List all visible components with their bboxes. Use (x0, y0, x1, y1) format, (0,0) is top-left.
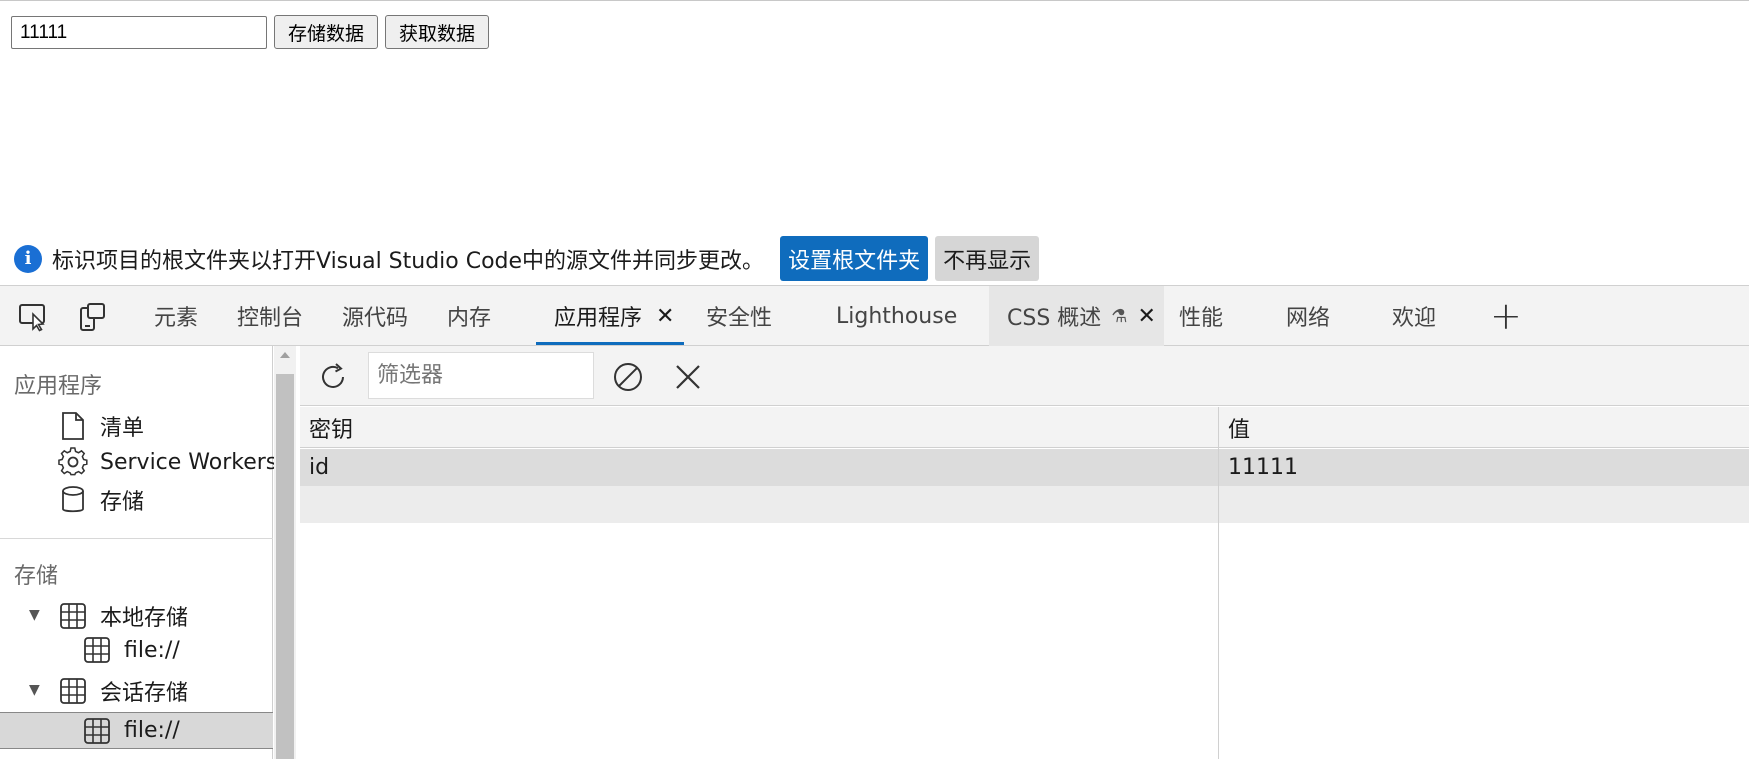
tab-label: 网络 (1286, 306, 1331, 331)
sidebar-item-local-storage-file[interactable]: file:// (82, 635, 180, 665)
column-divider[interactable] (1218, 407, 1219, 759)
tab-css-overview[interactable]: CSS 概述 ⚗ ✕ (989, 286, 1164, 346)
sidebar-item-manifest[interactable]: 清单 (58, 410, 144, 442)
sidebar-item-session-storage[interactable]: 会话存储 (58, 675, 188, 707)
sidebar-item-local-storage[interactable]: 本地存储 (58, 600, 188, 632)
close-tab-icon[interactable]: ✕ (656, 304, 674, 329)
fetch-data-button[interactable]: 获取数据 (385, 15, 489, 49)
database-icon (58, 485, 88, 515)
sidebar-item-label: file:// (124, 637, 180, 663)
tab-sources[interactable]: 源代码 (342, 286, 408, 346)
add-tab-icon[interactable]: + (1490, 296, 1522, 336)
sidebar-item-label: 会话存储 (100, 681, 189, 706)
table-grid-icon (82, 716, 112, 746)
scroll-up-arrow-icon[interactable] (280, 352, 290, 358)
sidebar-item-storage[interactable]: 存储 (58, 484, 144, 516)
tab-label: 元素 (154, 306, 199, 331)
tab-network[interactable]: 网络 (1286, 286, 1330, 346)
section-title-application: 应用程序 (14, 374, 103, 399)
table-row[interactable]: id 11111 (300, 449, 1749, 486)
table-row-empty[interactable] (300, 486, 1749, 523)
table-grid-icon (58, 676, 88, 706)
tab-welcome[interactable]: 欢迎 (1392, 286, 1436, 346)
column-header-value[interactable]: 值 (1228, 407, 1250, 448)
storage-toolbar (300, 346, 1749, 406)
dont-show-again-button[interactable]: 不再显示 (935, 236, 1040, 281)
infobar-message: 标识项目的根文件夹以打开Visual Studio Code中的源文件并同步更改… (52, 248, 765, 274)
sidebar-item-label: 清单 (100, 416, 145, 441)
document-icon (58, 411, 88, 441)
tab-console[interactable]: 控制台 (237, 286, 303, 346)
inspect-element-icon[interactable] (18, 302, 48, 332)
set-root-folder-button[interactable]: 设置根文件夹 (780, 236, 929, 281)
application-sidebar: 应用程序 清单 Service Workers 存储 存储 ▼ 本地存储 fil… (0, 346, 277, 759)
tab-memory[interactable]: 内存 (447, 286, 491, 346)
tab-elements[interactable]: 元素 (154, 286, 198, 346)
info-icon: i (14, 244, 42, 273)
expand-triangle-icon[interactable]: ▼ (29, 682, 40, 698)
table-header: 密钥 值 (300, 407, 1749, 448)
tab-label: 源代码 (342, 306, 409, 331)
page-viewport: 存储数据 获取数据 (0, 0, 1749, 210)
sidebar-scrollbar[interactable] (274, 346, 296, 759)
section-title-storage: 存储 (14, 564, 59, 589)
tab-label: Lighthouse (836, 303, 958, 329)
sidebar-item-label: 存储 (100, 490, 145, 515)
refresh-icon[interactable] (316, 360, 350, 394)
table-grid-icon (82, 635, 112, 665)
sidebar-item-session-storage-file[interactable]: file:// (0, 712, 273, 749)
tab-label: CSS 概述 (1007, 306, 1102, 331)
table-grid-icon (58, 601, 88, 631)
column-header-key[interactable]: 密钥 (309, 407, 353, 448)
tab-label: 性能 (1179, 306, 1224, 331)
storage-table: 密钥 值 id 11111 (300, 407, 1749, 759)
delete-selected-icon[interactable] (671, 360, 705, 394)
sidebar-item-service-workers[interactable]: Service Workers (58, 447, 277, 477)
sidebar-divider (0, 538, 273, 539)
sidebar-item-label: Service Workers (100, 449, 278, 475)
tab-application[interactable]: 应用程序 ✕ (536, 286, 685, 346)
cell-value: 11111 (1228, 455, 1298, 480)
tab-performance[interactable]: 性能 (1179, 286, 1223, 346)
sidebar-item-label: file:// (124, 718, 180, 743)
tab-label: 应用程序 (554, 306, 643, 331)
devtools-infobar: i 标识项目的根文件夹以打开Visual Studio Code中的源文件并同步… (0, 232, 1749, 285)
close-tab-icon[interactable]: ✕ (1137, 304, 1155, 329)
filter-input[interactable] (368, 352, 594, 399)
tab-lighthouse[interactable]: Lighthouse (836, 286, 957, 346)
sidebar-item-label: 本地存储 (100, 606, 189, 631)
tab-label: 控制台 (237, 306, 304, 331)
devtools-tabstrip: 元素 控制台 源代码 内存 应用程序 ✕ 安全性 Lighthouse CSS … (0, 285, 1749, 346)
expand-triangle-icon[interactable]: ▼ (29, 607, 40, 623)
device-emulation-icon[interactable] (77, 302, 107, 332)
gear-icon (58, 447, 88, 477)
tab-label: 安全性 (706, 306, 773, 331)
tab-security[interactable]: 安全性 (706, 286, 772, 346)
storage-panel: 密钥 值 id 11111 (300, 346, 1749, 759)
store-data-button[interactable]: 存储数据 (274, 15, 378, 49)
data-input[interactable] (11, 16, 267, 49)
clear-all-icon[interactable] (611, 360, 645, 394)
cell-key: id (309, 455, 330, 480)
experimental-flask-icon: ⚗ (1111, 305, 1128, 327)
tab-label: 欢迎 (1392, 306, 1437, 331)
tab-label: 内存 (447, 306, 492, 331)
scrollbar-thumb[interactable] (276, 374, 294, 759)
